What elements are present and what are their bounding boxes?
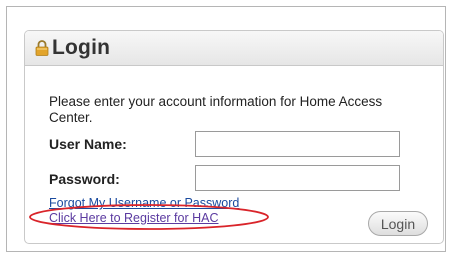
padlock-icon xyxy=(35,40,49,56)
register-hac-link[interactable]: Click Here to Register for HAC xyxy=(49,211,219,225)
login-title: Login xyxy=(52,36,111,59)
password-label: Password: xyxy=(49,171,120,187)
password-input[interactable] xyxy=(195,165,400,191)
username-label: User Name: xyxy=(49,136,127,152)
forgot-username-password-link[interactable]: Forgot My Username or Password xyxy=(49,196,239,210)
login-button[interactable]: Login xyxy=(368,211,428,236)
login-header: Login xyxy=(25,31,443,66)
username-input[interactable] xyxy=(195,131,400,157)
login-instructions: Please enter your account information fo… xyxy=(49,94,383,125)
login-panel: Login Please enter your account informat… xyxy=(24,30,444,244)
